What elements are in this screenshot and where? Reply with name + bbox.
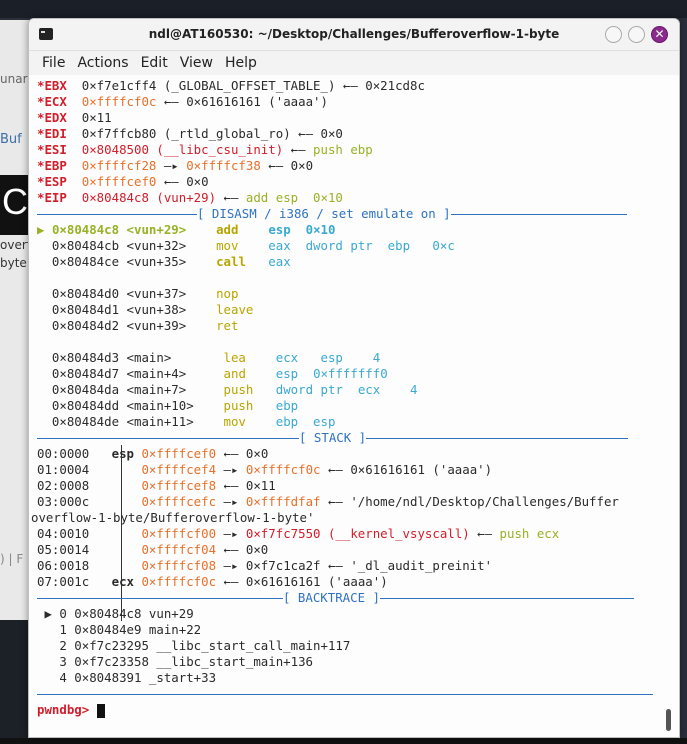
- backtrace-line: ▶ 0 0×80484c8 vun+29: [44, 606, 194, 621]
- window-title: ndl@AT160530: ~/Desktop/Challenges/Buffe…: [148, 27, 560, 41]
- menu-bar: File Actions Edit View Help: [29, 51, 679, 75]
- taskbar: [0, 738, 687, 744]
- stack-separator: [ STACK ]: [37, 430, 629, 446]
- register-line: *ECX 0×ffffcf0c ←— 0×61616161 ('aaaa'): [37, 94, 328, 109]
- disasm-line: 0×80484d2 <vun+39> ret: [51, 318, 239, 333]
- disasm-line: 0×80484d1 <vun+38> leave: [51, 302, 254, 317]
- desktop-top-bar: [0, 0, 687, 18]
- menu-view[interactable]: View: [174, 51, 219, 71]
- terminal-window: ndl@AT160530: ~/Desktop/Challenges/Buffe…: [28, 18, 680, 738]
- register-line: *EBX 0×f7e1cff4 (_GLOBAL_OFFSET_TABLE_) …: [37, 78, 425, 93]
- disasm-line: 0×80484d7 <main+4> and esp 0×fffffff0: [51, 366, 388, 381]
- backtrace-line: 1 0×80484e9 main+22: [44, 622, 202, 637]
- stack-line: 00:0000 esp 0×ffffcef0 ←— 0×0: [37, 446, 269, 461]
- background-logo-letter: C: [2, 181, 28, 222]
- register-line: *EBP 0×ffffcf28 —▸ 0×ffffcf38 ←— 0×0: [37, 158, 314, 173]
- background-text: Buf: [0, 132, 22, 147]
- stack-line: 07:001c ecx 0×ffffcf0c ←— 0×61616161 ('a…: [37, 574, 388, 589]
- stack-line: 02:0008 0×ffffcef8 ←— 0×11: [37, 478, 276, 493]
- disasm-line-current: ▶ 0×80484c8 <vun+29> add esp 0×10: [37, 222, 336, 237]
- close-icon: ✕: [654, 27, 665, 41]
- stack-line: 03:000c 0×ffffcefc —▸ 0×ffffdfaf ←— '/ho…: [37, 494, 619, 509]
- background-text: ) | F: [0, 552, 24, 566]
- bottom-separator: [37, 686, 653, 702]
- backtrace-header: [ BACKTRACE ]: [283, 590, 380, 605]
- stack-line: 01:0004 0×ffffcef4 —▸ 0×ffffcf0c ←— 0×61…: [37, 462, 493, 477]
- text-cursor: [96, 703, 105, 718]
- disasm-separator: [ DISASM / i386 / set emulate on ]: [37, 206, 627, 222]
- prompt-label: pwndbg>: [37, 702, 90, 717]
- backtrace-line: 2 0×f7c23295 __libc_start_call_main+117: [44, 638, 351, 653]
- register-line: *EDX 0×11: [37, 110, 112, 125]
- background-text: unar: [0, 72, 28, 86]
- register-line: *EIP 0×80484c8 (vun+29) ←— add esp 0×10: [37, 190, 343, 205]
- title-bar[interactable]: ndl@AT160530: ~/Desktop/Challenges/Buffe…: [29, 19, 679, 51]
- disasm-header: [ DISASM / i386 / set emulate on ]: [197, 206, 451, 221]
- scrollbar[interactable]: [666, 709, 671, 731]
- background-text: byte.: [0, 256, 31, 270]
- background-logo: C: [0, 175, 28, 235]
- register-line: *ESP 0×ffffcef0 ←— 0×0: [37, 174, 209, 189]
- disasm-line: 0×80484d3 <main> lea ecx esp 4: [51, 350, 381, 365]
- disasm-line: 0×80484ce <vun+35> call eax: [51, 254, 291, 269]
- menu-actions[interactable]: Actions: [71, 51, 134, 71]
- background-text: overf: [0, 238, 31, 252]
- menu-file[interactable]: File: [36, 51, 71, 71]
- stack-line: 04:0010 0×ffffcf00 —▸ 0×f7fc7550 (__kern…: [37, 526, 560, 541]
- disasm-line: 0×80484da <main+7> push dword ptr ecx 4: [51, 382, 418, 397]
- register-line: *ESI 0×8048500 (__libc_csu_init) ←— push…: [37, 142, 373, 157]
- disasm-line: 0×80484de <main+11> mov ebp esp: [51, 414, 336, 429]
- menu-help[interactable]: Help: [219, 51, 263, 71]
- stack-header: [ STACK ]: [299, 430, 367, 445]
- backtrace-separator: [ BACKTRACE ]: [37, 590, 634, 606]
- backtrace-line: 4 0×8048391 _start+33: [44, 670, 217, 685]
- menu-edit[interactable]: Edit: [135, 51, 174, 71]
- minimize-button[interactable]: [605, 26, 622, 43]
- command-prompt[interactable]: pwndbg>: [37, 702, 105, 718]
- stack-line: 06:0018 0×ffffcf08 —▸ 0×f7c1ca2f ←— '_dl…: [37, 558, 493, 573]
- backtrace-line: 3 0×f7c23358 __libc_start_main+136: [44, 654, 314, 669]
- disasm-line: 0×80484cb <vun+32> mov eax dword ptr ebp…: [51, 238, 455, 253]
- terminal-output[interactable]: *EBX 0×f7e1cff4 (_GLOBAL_OFFSET_TABLE_) …: [29, 75, 679, 737]
- stack-line: 05:0014 0×ffffcf04 ←— 0×0: [37, 542, 269, 557]
- disasm-line: 0×80484dd <main+10> push ebp: [51, 398, 299, 413]
- stack-line-wrap: overflow-1-byte/Bufferoverflow-1-byte': [31, 510, 315, 525]
- disasm-line: 0×80484d0 <vun+37> nop: [51, 286, 239, 301]
- register-line: *EDI 0×f7ffcb80 (_rtld_global_ro) ←— 0×0: [37, 126, 343, 141]
- close-button[interactable]: ✕: [651, 26, 668, 43]
- maximize-button[interactable]: [628, 26, 645, 43]
